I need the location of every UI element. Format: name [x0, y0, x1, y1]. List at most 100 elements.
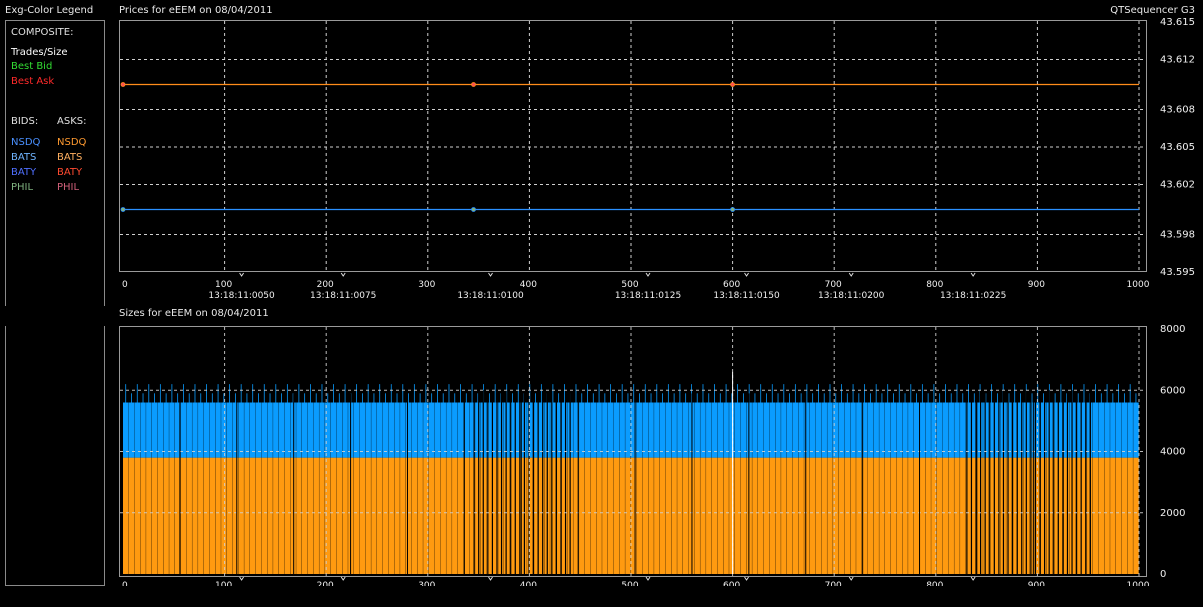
ask-size-bar — [377, 457, 383, 574]
size-spike — [1014, 384, 1016, 403]
size-gap — [523, 390, 526, 574]
bid-size-bar — [723, 402, 729, 458]
size-spike — [893, 393, 894, 403]
app-name: QTSequencer G3 — [1110, 5, 1195, 16]
size-gap — [478, 390, 480, 574]
ask-size-bar — [238, 457, 244, 574]
bid-size-bar — [1110, 402, 1116, 458]
bid-size-bar — [307, 402, 314, 458]
bid-size-bar — [203, 402, 210, 458]
bid-size-bar — [936, 402, 943, 458]
ask-size-bar — [1104, 457, 1110, 574]
ask-size-bar — [677, 457, 683, 574]
bid-size-bar — [1121, 402, 1128, 458]
size-spike — [962, 393, 964, 403]
ask-size-bar — [809, 457, 816, 574]
size-y-tick-label: 0 — [1160, 569, 1166, 580]
bid-size-bar — [319, 402, 325, 458]
ask-size-bar — [769, 457, 776, 574]
ask-size-bar — [867, 457, 874, 574]
legend-asks-label: ASKS: — [57, 116, 87, 127]
ask-size-bar — [203, 457, 210, 574]
size-y-tick-label: 6000 — [1160, 385, 1185, 396]
ask-size-bar — [561, 457, 568, 574]
bid-size-bar — [244, 402, 250, 458]
bid-size-bar — [163, 402, 169, 458]
size-spike — [598, 384, 600, 403]
bid-size-bar — [417, 402, 423, 458]
price-point — [471, 207, 476, 212]
bid-size-bar — [232, 402, 239, 458]
size-spike — [385, 393, 386, 403]
legend-composite-label: COMPOSITE: — [11, 27, 74, 38]
ask-size-bar — [902, 457, 908, 574]
bid-size-bar — [180, 402, 187, 458]
size-spike — [396, 393, 398, 403]
bid-size-bar — [752, 402, 758, 458]
size-time-marker — [239, 576, 245, 581]
size-gap — [1066, 390, 1069, 574]
price-point — [730, 82, 735, 87]
bid-size-bar — [879, 402, 885, 458]
size-gap — [1016, 390, 1018, 574]
legend-ask-bats: BATS — [57, 152, 83, 163]
ask-size-bar — [648, 457, 654, 574]
bid-size-bar — [1040, 402, 1047, 458]
bid-size-bar — [809, 402, 816, 458]
bid-size-bar — [446, 402, 452, 458]
size-spike — [939, 393, 941, 403]
ask-size-bar — [983, 457, 989, 574]
price-time-label: 13:18:11:0125 — [615, 291, 681, 301]
size-gap — [1012, 390, 1014, 574]
ask-size-bar — [434, 457, 441, 574]
legend-bid-baty: BATY — [11, 167, 37, 178]
size-spike — [286, 384, 288, 403]
size-spike — [154, 393, 155, 403]
size-spike — [454, 393, 456, 403]
bid-size-bar — [192, 402, 198, 458]
size-spike — [696, 393, 698, 403]
price-chart-plot-area[interactable] — [119, 20, 1147, 272]
bid-size-bar — [146, 402, 152, 458]
bid-size-bar — [198, 402, 204, 458]
bid-size-bar — [677, 402, 683, 458]
ask-size-bar — [278, 457, 285, 574]
size-spike — [338, 393, 340, 403]
ask-size-bar — [896, 457, 903, 574]
bid-size-bar — [1063, 402, 1070, 458]
size-spike — [552, 384, 554, 403]
ask-size-bar — [1110, 457, 1116, 574]
bid-size-bar — [255, 402, 262, 458]
size-gap — [473, 390, 475, 574]
price-x-tick-label: 1000 — [1127, 280, 1150, 290]
ask-size-bar — [267, 457, 273, 574]
bid-size-bar — [885, 402, 891, 458]
bid-size-bar — [613, 402, 620, 458]
size-spike — [719, 393, 721, 403]
bid-size-bar — [815, 402, 822, 458]
size-spike — [356, 384, 358, 403]
ask-size-bar — [457, 457, 464, 574]
size-spike — [229, 384, 231, 403]
size-spike — [1020, 393, 1021, 403]
size-spike — [540, 384, 542, 403]
ask-size-bar — [255, 457, 262, 574]
bid-size-bar — [550, 402, 556, 458]
size-gap — [998, 390, 1000, 574]
size-gap — [1048, 390, 1050, 574]
size-time-marker — [848, 576, 854, 581]
size-spike — [812, 393, 814, 403]
bid-size-bar — [781, 402, 787, 458]
bid-size-bar — [209, 402, 216, 458]
size-spike — [1054, 393, 1056, 403]
size-spike — [789, 393, 790, 403]
bid-size-bar — [954, 402, 960, 458]
size-chart-plot-area[interactable] — [119, 326, 1147, 577]
size-gap — [555, 390, 558, 574]
size-spike — [633, 384, 635, 403]
size-spike — [592, 393, 594, 403]
size-spike — [431, 393, 433, 403]
bid-size-bar — [625, 402, 631, 458]
size-spike — [956, 384, 958, 403]
legend-title: Exg-Color Legend — [5, 5, 94, 16]
